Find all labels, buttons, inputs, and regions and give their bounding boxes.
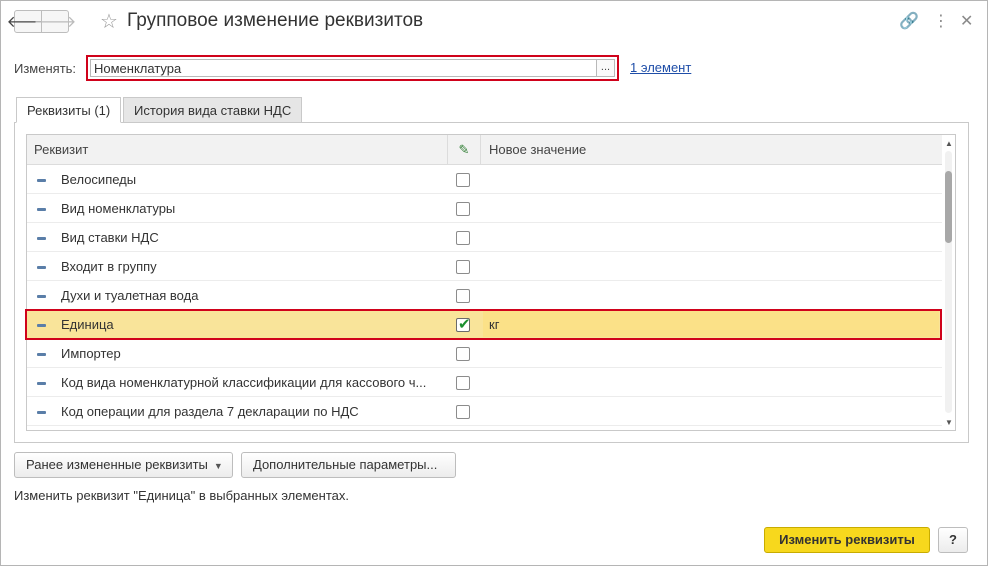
row-checkbox[interactable] [456,289,470,303]
close-icon[interactable]: ✕ [960,11,973,31]
edit-field-highlight: Номенклатура ... [86,55,619,81]
check-mark-icon: ✔ [458,316,471,333]
dialog-window: 🡐 🡒 ☆ Групповое изменение реквизитов 🔗 ⋮… [0,0,988,566]
attribute-name: Духи и туалетная вода [61,288,199,303]
table-row[interactable]: Велосипеды [27,165,942,194]
select-object-button[interactable]: ... [596,59,615,77]
help-button[interactable]: ? [938,527,968,553]
previously-changed-label: Ранее измененные реквизиты [26,457,208,472]
table-row[interactable]: Вид номенклатуры [27,194,942,223]
row-checkbox[interactable] [456,347,470,361]
forward-arrow-icon[interactable]: 🡒 [34,10,76,33]
row-checkbox[interactable] [456,231,470,245]
attribute-name: Единица [61,317,114,332]
tab-attributes[interactable]: Реквизиты (1) [16,97,122,123]
new-value[interactable]: кг [489,317,499,332]
attribute-icon [37,266,46,269]
table-row[interactable]: Импортер [27,339,942,368]
attribute-name: Код вида номенклатурной классификации дл… [61,375,427,390]
star-icon[interactable]: ☆ [100,9,118,34]
table-scrollbar[interactable]: ▲ ▼ [942,137,956,429]
row-checkbox[interactable]: ✔ [456,316,471,333]
apply-changes-button[interactable]: Изменить реквизиты [764,527,930,553]
row-checkbox[interactable] [456,202,470,216]
column-header-attribute[interactable]: Реквизит [34,135,88,165]
row-checkbox[interactable] [456,405,470,419]
table-row[interactable]: Входит в группу [27,252,942,281]
previously-changed-button[interactable]: Ранее измененные реквизиты ▼ [14,452,233,478]
window-title: Групповое изменение реквизитов [127,10,424,31]
attribute-name: Вид ставки НДС [61,230,159,245]
scroll-thumb[interactable] [945,171,952,243]
attributes-table: Реквизит ✎ Новое значение Велосипеды Вид … [26,134,956,431]
attribute-name: Велосипеды [61,172,137,187]
dropdown-arrow-icon: ▼ [213,461,223,471]
more-menu-icon[interactable]: ⋮ [933,11,949,31]
attribute-icon [37,353,46,356]
attribute-icon [37,324,46,327]
edit-object-field[interactable]: Номенклатура [90,59,597,77]
value-cell[interactable] [483,311,939,337]
table-row[interactable]: Код операции для раздела 7 декларации по… [27,397,942,426]
attribute-icon [37,382,46,385]
tab-vat-history[interactable]: История вида ставки НДС [123,97,303,123]
attribute-name: Код операции для раздела 7 декларации по… [61,404,359,419]
scroll-down-icon[interactable]: ▼ [944,418,954,427]
table-body: Велосипеды Вид номенклатуры Вид ставки НДС… [27,165,942,426]
column-header-new-value[interactable]: Новое значение [489,135,586,165]
elements-count-link[interactable]: 1 элемент [630,60,691,75]
attribute-icon [37,179,46,182]
edit-label: Изменять: [14,61,77,76]
extra-parameters-button[interactable]: Дополнительные параметры... [241,452,456,478]
row-checkbox[interactable] [456,376,470,390]
row-checkbox[interactable] [456,260,470,274]
attribute-name: Входит в группу [61,259,157,274]
table-row[interactable]: Единица ✔ кг [27,310,942,339]
row-checkbox[interactable] [456,173,470,187]
pencil-icon: ✎ [447,135,481,165]
attribute-name: Импортер [61,346,121,361]
table-row[interactable]: Вид ставки НДС [27,223,942,252]
hint-text: Изменить реквизит "Единица" в выбранных … [14,488,349,503]
link-icon[interactable]: 🔗 [899,11,919,31]
attribute-icon [37,237,46,240]
attribute-icon [37,411,46,414]
table-header: Реквизит ✎ Новое значение [27,135,942,165]
attribute-name: Вид номенклатуры [61,201,176,216]
scroll-up-icon[interactable]: ▲ [944,139,954,148]
table-row[interactable]: Духи и туалетная вода [27,281,942,310]
table-row[interactable]: Код вида номенклатурной классификации дл… [27,368,942,397]
attribute-icon [37,208,46,211]
attribute-icon [37,295,46,298]
